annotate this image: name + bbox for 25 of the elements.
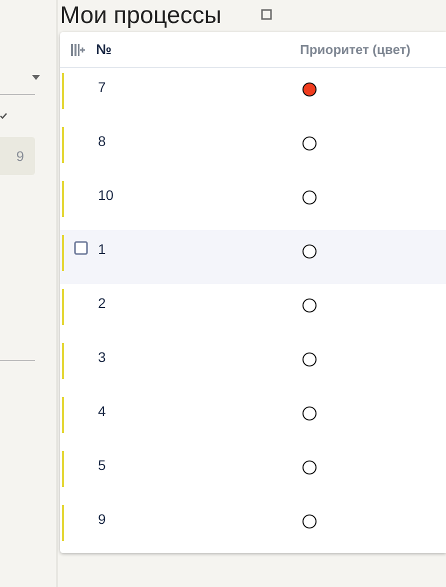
table-row[interactable]: 9 [60, 500, 446, 554]
table-cell-text: 2 [98, 294, 107, 313]
caret-icon[interactable] [32, 74, 40, 80]
table-cell-text: 5 [98, 456, 107, 475]
table-cell-text: 10 [98, 186, 115, 205]
table-cell-text: 8 [98, 132, 107, 151]
row-checkbox[interactable] [74, 241, 88, 255]
table-row[interactable]: 3 [60, 338, 446, 392]
check-icon[interactable] [0, 113, 7, 119]
table-cell-text: 9 [98, 510, 107, 529]
table-row[interactable]: 8 [60, 122, 446, 176]
table-row[interactable]: 1 [60, 230, 446, 284]
column-header[interactable]: Приоритет (цвет) [300, 40, 410, 60]
table-row[interactable]: 5 [60, 446, 446, 500]
table-cell-text: 4 [98, 402, 107, 421]
table-row[interactable]: 2 [60, 284, 446, 338]
page-title: Мои процессы [60, 1, 222, 31]
table-cell-text: 1 [98, 240, 107, 259]
column-header[interactable]: № [96, 39, 300, 60]
add-column-icon[interactable] [71, 44, 85, 56]
table-row[interactable]: 10 [60, 176, 446, 230]
table-cell-text: 7 [98, 78, 107, 97]
table-row[interactable]: 7 [60, 68, 446, 122]
table-row[interactable]: 4 [60, 392, 446, 446]
table-cell-text: 3 [98, 348, 107, 367]
